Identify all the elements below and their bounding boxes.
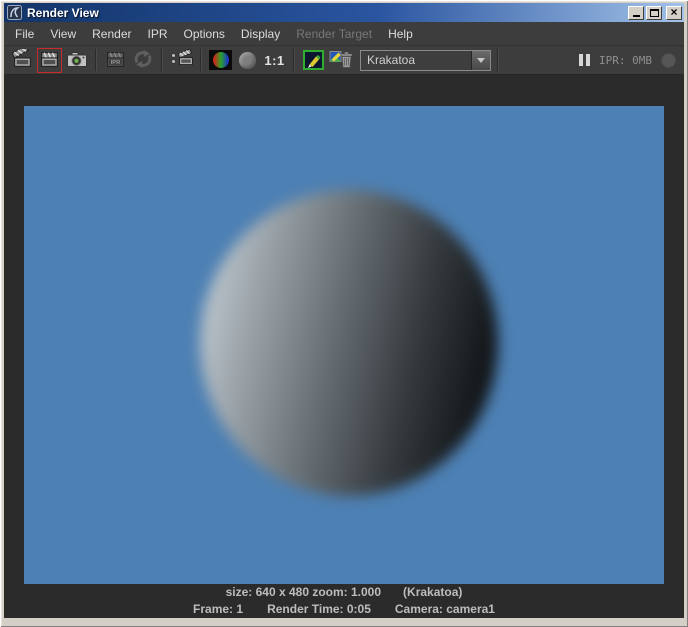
menu-item-display[interactable]: Display	[239, 25, 282, 43]
ipr-render-current-frame-button: IPR	[103, 48, 128, 73]
close-button[interactable]: ×	[666, 6, 682, 20]
maximize-button[interactable]	[646, 6, 662, 20]
toolbar-separator	[497, 49, 499, 71]
renderer-dropdown[interactable]: Krakatoa	[360, 50, 491, 71]
menu-item-render-target: Render Target	[294, 25, 374, 43]
menu-item-file[interactable]: File	[13, 25, 36, 43]
svg-text:IPR: IPR	[110, 60, 120, 66]
window-controls: ×	[628, 6, 682, 20]
redo-previous-render-button[interactable]	[37, 48, 62, 73]
maximize-icon	[650, 9, 659, 17]
render-progress-indicator-icon	[661, 53, 676, 68]
pause-icon	[579, 54, 583, 66]
ipr-status-group: IPR: 0MB	[579, 53, 676, 68]
camera-icon	[66, 50, 88, 71]
rendered-sphere	[200, 190, 498, 496]
render-current-frame-button[interactable]	[10, 48, 35, 73]
image-info-bar: size: 640 x 480 zoom: 1.000 (Krakatoa)	[4, 584, 684, 600]
render-view-client: size: 640 x 480 zoom: 1.000 (Krakatoa) F…	[4, 74, 684, 618]
toolbar-separator	[200, 49, 202, 71]
rgb-circle-icon	[209, 50, 232, 70]
minimize-icon	[633, 15, 640, 17]
titlebar: Render View ×	[4, 3, 684, 22]
toolbar-separator	[293, 49, 295, 71]
refresh-ipr-button	[130, 48, 155, 73]
render-region-button[interactable]	[169, 48, 194, 73]
circular-arrows-icon	[132, 49, 154, 72]
window-title: Render View	[27, 6, 628, 20]
maya-app-icon[interactable]	[7, 5, 22, 20]
frame-label: Frame: 1	[193, 602, 243, 616]
dropdown-arrow-button[interactable]	[471, 51, 490, 70]
pause-icon	[586, 54, 590, 66]
display-alpha-channel-button[interactable]	[235, 48, 260, 73]
toolbar: IPR	[4, 46, 684, 74]
keep-image-icon	[303, 50, 324, 70]
camera-label: Camera: camera1	[395, 602, 495, 616]
clapperboard-icon	[39, 49, 61, 72]
render-time-label: Render Time: 0:05	[267, 602, 371, 616]
chevron-down-icon	[477, 58, 485, 63]
one-to-one-label: 1:1	[264, 53, 284, 68]
ipr-clapperboard-icon: IPR	[105, 49, 127, 72]
toolbar-separator	[161, 49, 163, 71]
menu-item-help[interactable]: Help	[386, 25, 415, 43]
render-target-label: (Krakatoa)	[403, 585, 462, 599]
menu-item-options[interactable]: Options	[182, 25, 227, 43]
render-status-bar: Frame: 1 Render Time: 0:05 Camera: camer…	[4, 600, 684, 618]
minimize-button[interactable]	[628, 6, 644, 20]
menubar: File View Render IPR Options Display Ren…	[4, 22, 684, 46]
menu-item-ipr[interactable]: IPR	[146, 25, 170, 43]
open-clapperboard-icon	[12, 49, 34, 72]
close-icon: ×	[670, 6, 677, 18]
display-rgb-channels-button[interactable]	[208, 48, 233, 73]
ipr-memory-label: IPR: 0MB	[599, 54, 652, 67]
menu-item-render[interactable]: Render	[90, 25, 133, 43]
remove-image-trash-icon	[329, 49, 353, 72]
image-size-zoom-label: size: 640 x 480 zoom: 1.000	[226, 585, 381, 599]
ipr-pause-button[interactable]	[579, 54, 590, 66]
display-real-size-button[interactable]: 1:1	[262, 48, 287, 73]
keep-image-button[interactable]	[301, 48, 326, 73]
rendered-image-canvas[interactable]	[24, 106, 664, 584]
render-view-window: Render View × File View Render IPR Optio…	[0, 0, 688, 627]
toolbar-separator	[95, 49, 97, 71]
snapshot-button[interactable]	[64, 48, 89, 73]
alpha-circle-icon	[239, 52, 256, 69]
remove-image-button[interactable]	[328, 48, 353, 73]
region-clapperboard-icon	[170, 49, 194, 72]
renderer-dropdown-value: Krakatoa	[361, 53, 471, 67]
menu-item-view[interactable]: View	[48, 25, 78, 43]
